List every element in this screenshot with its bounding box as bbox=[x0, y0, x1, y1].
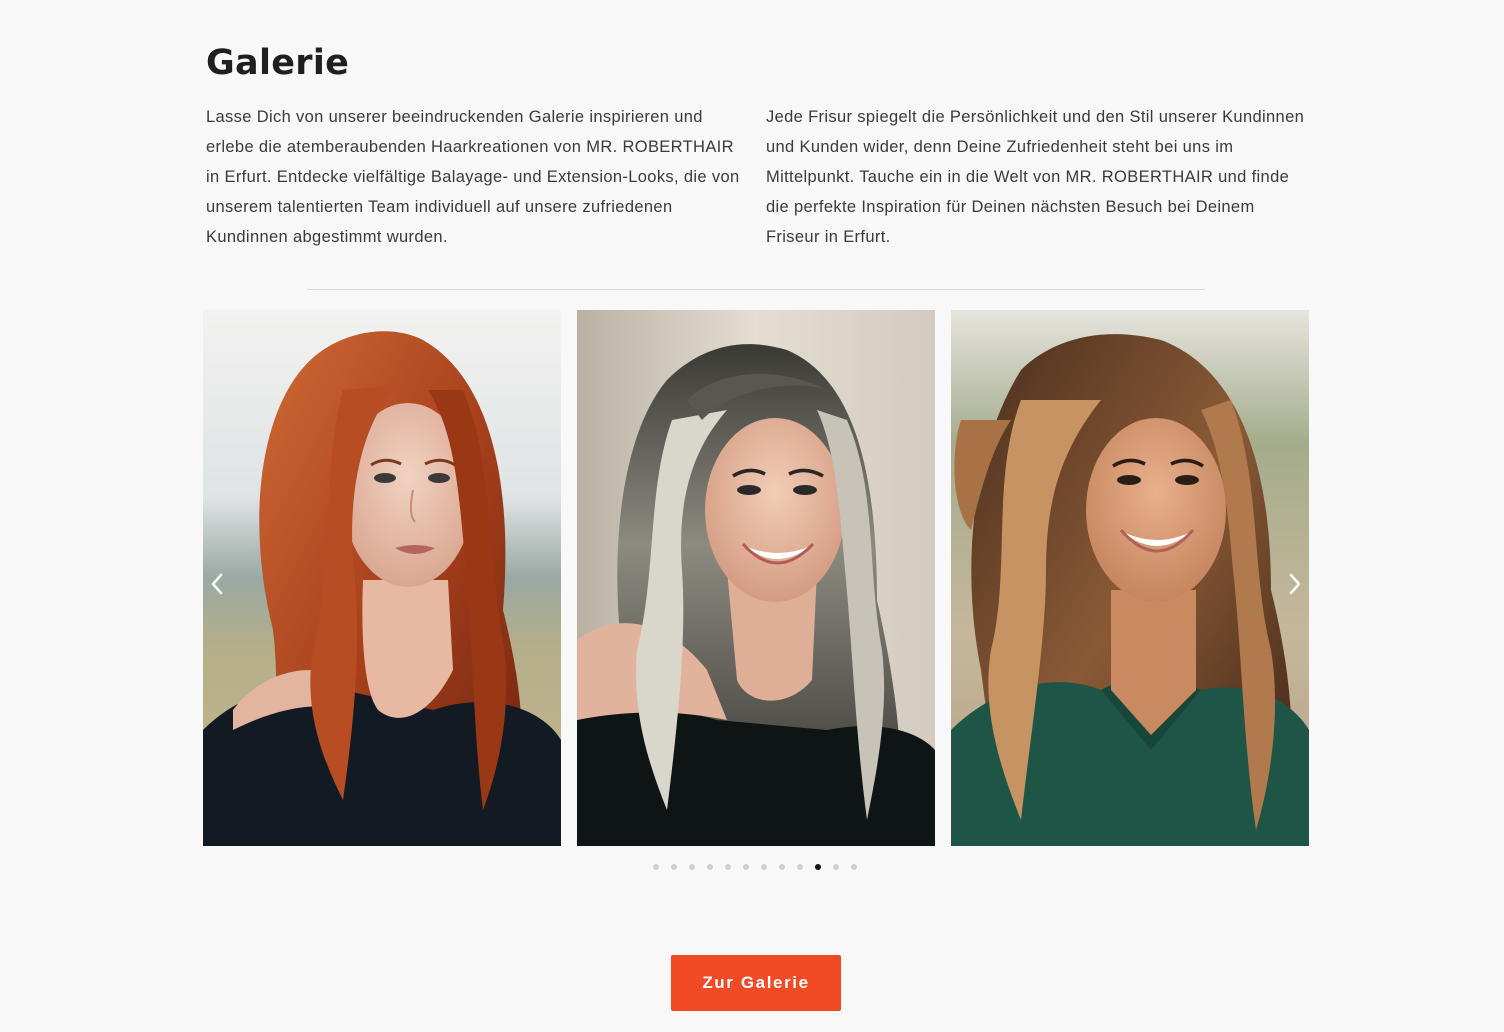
carousel-dot-3[interactable] bbox=[689, 864, 695, 870]
carousel-dot-5[interactable] bbox=[725, 864, 731, 870]
chevron-right-icon bbox=[1289, 573, 1301, 595]
carousel-dot-6[interactable] bbox=[743, 864, 749, 870]
carousel-next-button[interactable] bbox=[1281, 564, 1309, 604]
carousel-dot-7[interactable] bbox=[761, 864, 767, 870]
carousel-slide-2[interactable] bbox=[577, 310, 935, 846]
carousel-dot-4[interactable] bbox=[707, 864, 713, 870]
carousel-slide-1[interactable] bbox=[203, 310, 561, 846]
carousel-dot-9[interactable] bbox=[797, 864, 803, 870]
carousel-slide-3[interactable] bbox=[951, 310, 1309, 846]
carousel-dot-1[interactable] bbox=[653, 864, 659, 870]
section-divider bbox=[307, 289, 1205, 290]
carousel-dot-2[interactable] bbox=[671, 864, 677, 870]
carousel-dot-10[interactable] bbox=[815, 864, 821, 870]
chevron-left-icon bbox=[211, 573, 223, 595]
carousel-dot-11[interactable] bbox=[833, 864, 839, 870]
gallery-intro-right: Jede Frisur spiegelt die Persönlichkeit … bbox=[766, 108, 1305, 246]
carousel-pagination bbox=[653, 864, 857, 872]
slide-1-photo bbox=[203, 310, 561, 846]
carousel-dot-12[interactable] bbox=[851, 864, 857, 870]
gallery-intro-left: Lasse Dich von unserer beeindruckenden G… bbox=[206, 108, 740, 246]
slide-3-photo bbox=[951, 310, 1309, 846]
carousel-prev-button[interactable] bbox=[203, 564, 231, 604]
gallery-carousel[interactable] bbox=[203, 310, 1309, 846]
zur-galerie-button[interactable]: Zur Galerie bbox=[671, 955, 841, 1011]
carousel-dot-8[interactable] bbox=[779, 864, 785, 870]
slide-2-photo bbox=[577, 310, 935, 846]
gallery-title: Galerie bbox=[206, 43, 350, 83]
